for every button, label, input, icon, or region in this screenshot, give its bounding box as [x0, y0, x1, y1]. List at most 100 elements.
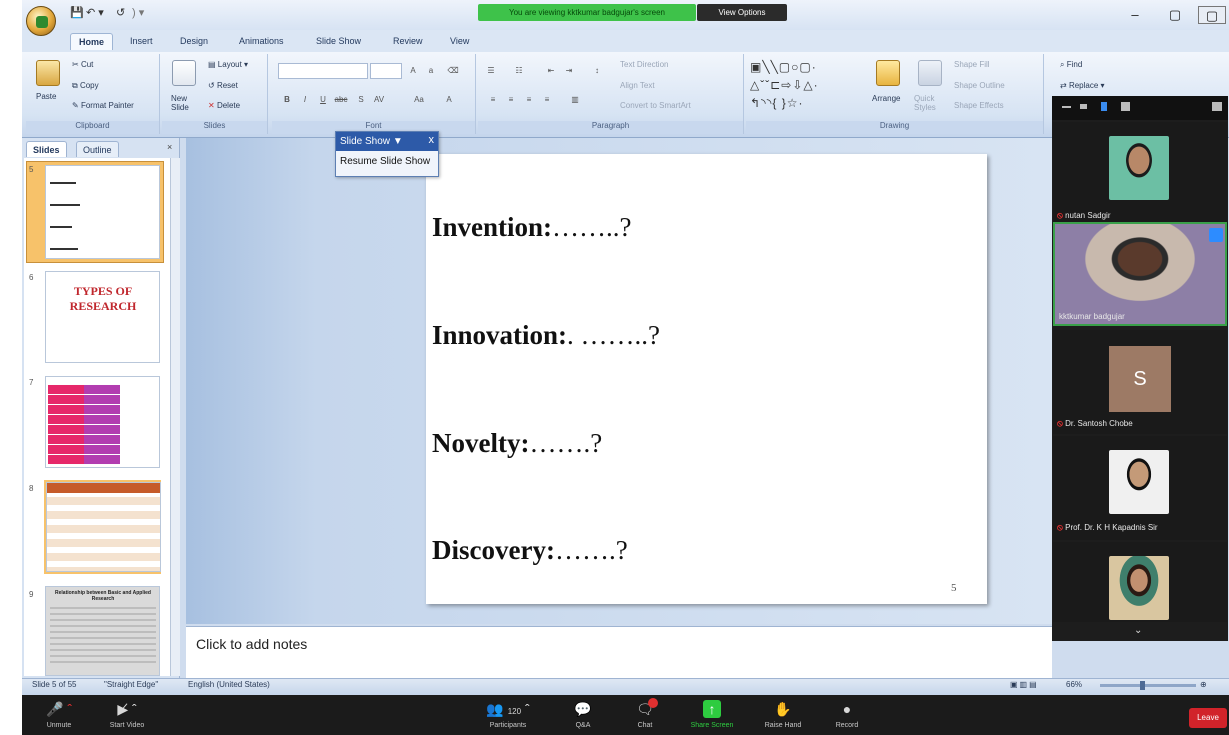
- start-video-button[interactable]: ▶̸ ˆ Start Video: [92, 697, 162, 733]
- shapes-gallery-row3[interactable]: ↰◝◝{ }☆·: [750, 96, 803, 110]
- bold-icon[interactable]: B: [280, 93, 294, 107]
- layout-button[interactable]: ▤ Layout ▾: [208, 60, 248, 69]
- slide-thumb-9[interactable]: Relationship between Basic and Applied R…: [45, 586, 160, 676]
- participant-tile[interactable]: S ⦸ Dr. Santosh Chobe: [1053, 330, 1227, 434]
- current-slide[interactable]: Invention:……..? Innovation:. ……..? Novel…: [426, 154, 987, 604]
- leave-button[interactable]: Leave: [1189, 708, 1227, 728]
- office-button[interactable]: [26, 6, 56, 36]
- resume-slide-show-button[interactable]: Resume Slide Show: [340, 156, 430, 167]
- more-options-icon[interactable]: [1209, 228, 1223, 242]
- redo-icon[interactable]: ↺: [116, 6, 125, 20]
- close-icon[interactable]: x: [429, 134, 435, 146]
- reset-button[interactable]: ↺ Reset: [208, 81, 238, 90]
- slide-show-toolbar[interactable]: Slide Show ▼ x Resume Slide Show: [335, 131, 439, 177]
- dropdown-arrow-icon[interactable]: ▼: [393, 136, 403, 147]
- slide-thumb-6[interactable]: TYPES OF RESEARCH: [45, 271, 160, 363]
- zoom-slider[interactable]: [1100, 684, 1196, 687]
- save-icon[interactable]: 💾: [70, 6, 84, 20]
- shapes-gallery[interactable]: ▣╲╲▢○▢·: [750, 60, 817, 74]
- participant-tile[interactable]: ⦸ Prof. Dr. K H Kapadnis Sir: [1053, 436, 1227, 540]
- shape-outline-button[interactable]: Shape Outline: [954, 81, 1005, 90]
- align-left-icon[interactable]: ≡: [486, 93, 500, 107]
- font-color-icon[interactable]: A: [442, 93, 456, 107]
- grid-view-icon[interactable]: [1121, 102, 1130, 111]
- zoom-plus-icon[interactable]: ⊕: [1200, 680, 1207, 689]
- zoom-slider-thumb[interactable]: [1140, 681, 1145, 690]
- participant-tile[interactable]: [1053, 542, 1227, 622]
- scroll-down-icon[interactable]: ⌄: [1134, 625, 1142, 636]
- participants-button[interactable]: 👥 120 ˆ Participants: [468, 697, 548, 733]
- new-slide-icon[interactable]: [172, 60, 196, 86]
- grow-font-icon[interactable]: A: [406, 64, 420, 78]
- tab-insert[interactable]: Insert: [122, 33, 161, 50]
- convert-smartart-button[interactable]: Convert to SmartArt: [620, 101, 691, 110]
- arrange-icon[interactable]: [876, 60, 900, 86]
- raise-hand-button[interactable]: ✋ Raise Hand: [748, 697, 818, 733]
- close-pane-icon[interactable]: ×: [167, 142, 172, 152]
- minimize-gallery-icon[interactable]: [1062, 106, 1071, 108]
- paste-button[interactable]: Paste: [36, 92, 56, 101]
- view-buttons[interactable]: ▣▥▤: [1010, 680, 1039, 689]
- align-center-icon[interactable]: ≡: [504, 93, 518, 107]
- shadow-icon[interactable]: S: [354, 93, 368, 107]
- popout-icon[interactable]: [1212, 102, 1222, 111]
- numbering-icon[interactable]: ☷: [512, 64, 526, 78]
- tab-animations[interactable]: Animations: [231, 33, 292, 50]
- change-case-icon[interactable]: Aa: [412, 93, 426, 107]
- qa-button[interactable]: 💬 Q&A: [548, 697, 618, 733]
- shape-effects-button[interactable]: Shape Effects: [954, 101, 1004, 110]
- unmute-button[interactable]: 🎤 ˆ Unmute: [24, 697, 94, 733]
- strikethrough-icon[interactable]: abc: [334, 93, 348, 107]
- tab-design[interactable]: Design: [172, 33, 216, 50]
- shapes-gallery-row2[interactable]: △ˇˇ⊏⇨⇩△·: [750, 78, 819, 92]
- share-screen-button[interactable]: ↑ Share Screen: [677, 697, 747, 733]
- new-slide-button[interactable]: New Slide: [171, 94, 201, 112]
- tab-home[interactable]: Home: [70, 33, 114, 50]
- copy-button[interactable]: ⧉ Copy: [72, 81, 99, 91]
- gallery-view-icon[interactable]: [1080, 104, 1087, 109]
- qat-customize-icon[interactable]: ) ▾: [132, 6, 144, 20]
- participant-tile[interactable]: ⦸ nutan Sadgir: [1053, 122, 1227, 226]
- tab-slides[interactable]: Slides: [26, 141, 67, 157]
- tab-view[interactable]: View: [442, 33, 477, 50]
- quick-styles-icon[interactable]: [918, 60, 942, 86]
- tab-slide-show[interactable]: Slide Show: [308, 33, 369, 50]
- participant-tile-active[interactable]: kktkumar badgujar: [1053, 222, 1227, 326]
- align-text-button[interactable]: Align Text: [620, 81, 655, 90]
- paste-icon[interactable]: [36, 60, 60, 86]
- shape-fill-button[interactable]: Shape Fill: [954, 60, 990, 69]
- decrease-indent-icon[interactable]: ⇤: [544, 64, 558, 78]
- cut-button[interactable]: ✂ Cut: [72, 60, 93, 69]
- minimize-button[interactable]: –: [1124, 6, 1146, 24]
- delete-button[interactable]: ✕ Delete: [208, 101, 240, 110]
- record-button[interactable]: ● Record: [812, 697, 882, 733]
- align-right-icon[interactable]: ≡: [522, 93, 536, 107]
- underline-icon[interactable]: U: [316, 93, 330, 107]
- line-spacing-icon[interactable]: ↕: [590, 64, 604, 78]
- justify-icon[interactable]: ≡: [540, 93, 554, 107]
- slide-thumb-5[interactable]: [45, 165, 160, 259]
- status-language[interactable]: English (United States): [188, 680, 270, 689]
- tab-outline[interactable]: Outline: [76, 141, 119, 157]
- close-window-button[interactable]: ▢: [1198, 6, 1226, 24]
- bullets-icon[interactable]: ☰: [484, 64, 498, 78]
- slide-thumb-7[interactable]: [45, 376, 160, 468]
- restore-button[interactable]: ▢: [1164, 6, 1186, 24]
- font-size-box[interactable]: [370, 63, 402, 79]
- font-name-box[interactable]: [278, 63, 368, 79]
- quick-styles-button[interactable]: Quick Styles: [914, 94, 944, 112]
- text-direction-button[interactable]: Text Direction: [620, 60, 668, 69]
- notes-pane[interactable]: Click to add notes: [186, 626, 1052, 678]
- zoom-level[interactable]: 66%: [1066, 680, 1082, 689]
- format-painter-button[interactable]: ✎ Format Painter: [72, 101, 134, 110]
- char-spacing-icon[interactable]: AV: [372, 93, 386, 107]
- columns-icon[interactable]: ▥: [568, 93, 582, 107]
- replace-button[interactable]: ⇄ Replace ▾: [1060, 81, 1105, 90]
- italic-icon[interactable]: I: [298, 93, 312, 107]
- thumbnail-scrollbar[interactable]: [170, 158, 180, 676]
- increase-indent-icon[interactable]: ⇥: [562, 64, 576, 78]
- shrink-font-icon[interactable]: a: [424, 64, 438, 78]
- slide-thumb-8[interactable]: [46, 482, 161, 572]
- speaker-view-icon[interactable]: [1101, 102, 1107, 111]
- clear-format-icon[interactable]: ⌫: [446, 64, 460, 78]
